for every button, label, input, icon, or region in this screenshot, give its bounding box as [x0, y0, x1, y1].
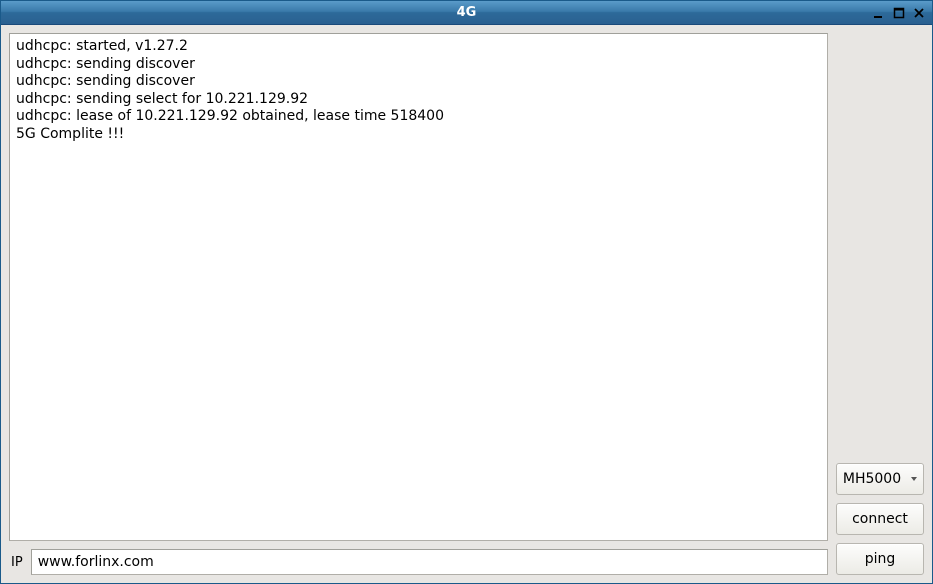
maximize-button[interactable]: [890, 5, 908, 21]
right-pane: MH5000 connect ping: [836, 33, 924, 575]
minimize-icon: [873, 7, 885, 19]
maximize-icon: [893, 7, 905, 19]
window-title: 4G: [457, 5, 477, 20]
chevron-down-icon: [911, 477, 917, 481]
connect-button-label: connect: [852, 511, 908, 527]
ping-button-label: ping: [865, 551, 896, 567]
close-button[interactable]: [910, 5, 928, 21]
ip-label: IP: [9, 555, 25, 570]
connect-button[interactable]: connect: [836, 503, 924, 535]
titlebar: 4G: [1, 1, 932, 25]
minimize-button[interactable]: [870, 5, 888, 21]
left-pane: udhcpc: started, v1.27.2 udhcpc: sending…: [9, 33, 828, 575]
window-controls: [870, 1, 928, 24]
ping-button[interactable]: ping: [836, 543, 924, 575]
client-area: udhcpc: started, v1.27.2 udhcpc: sending…: [1, 25, 932, 583]
ip-row: IP: [9, 549, 828, 575]
ip-input[interactable]: [31, 549, 828, 575]
module-select-value: MH5000: [843, 471, 901, 487]
app-window: 4G udhcpc: started, v1.27.2 udhcpc: send…: [0, 0, 933, 584]
module-select[interactable]: MH5000: [836, 463, 924, 495]
log-output[interactable]: udhcpc: started, v1.27.2 udhcpc: sending…: [9, 33, 828, 541]
close-icon: [913, 7, 925, 19]
